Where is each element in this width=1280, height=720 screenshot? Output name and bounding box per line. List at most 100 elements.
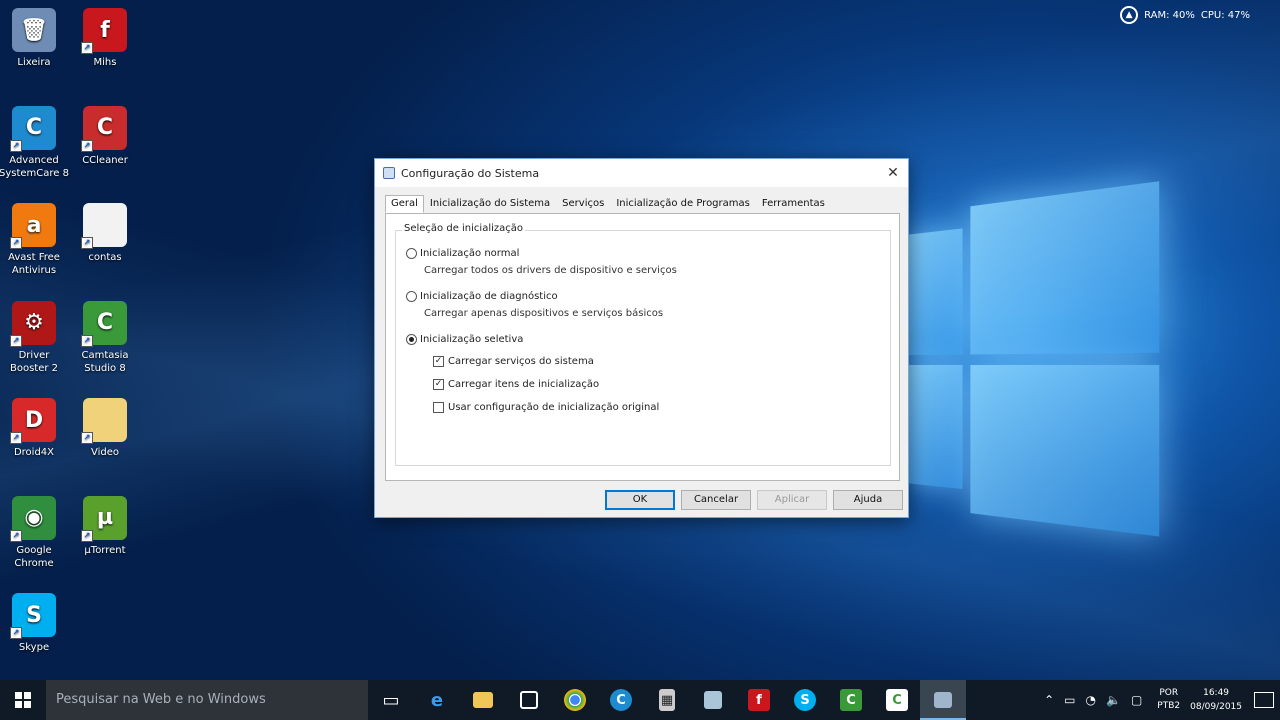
shortcut-arrow-icon: ↗ — [10, 627, 22, 639]
cpu-usage: CPU: 47% — [1200, 9, 1250, 21]
tab-inicializacao-programas[interactable]: Inicialização de Programas — [610, 195, 756, 213]
check-use-original-config[interactable]: Usar configuração de inicialização origi… — [433, 402, 659, 413]
meter-icon[interactable]: ▲ — [1120, 6, 1139, 24]
store-icon[interactable] — [506, 680, 552, 720]
system-config-dialog: Configuração do Sistema ✕ Geral Iniciali… — [374, 158, 909, 518]
checkbox-label: Usar configuração de inicialização origi… — [448, 402, 660, 413]
shortcut-arrow-icon: ↗ — [81, 334, 93, 347]
desktop-icon-google-chrome[interactable]: ◉ ↗ Google Chrome — [0, 495, 69, 570]
wifi-icon[interactable]: ◔ — [1086, 693, 1096, 707]
desktop-icon-advanced-systemcare-8[interactable]: C ↗ Advanced SystemCare 8 — [0, 105, 69, 180]
search-box[interactable]: Pesquisar na Web e no Windows — [46, 680, 368, 720]
desktop-icon-ccleaner[interactable]: C ↗ CCleaner — [70, 105, 140, 167]
app-icon: C ↗ — [81, 105, 127, 152]
radio-label: Inicialização de diagnóstico — [420, 291, 558, 302]
cancel-button[interactable]: Cancelar — [681, 490, 751, 510]
desktop-icon-label: Driver Booster 2 — [9, 349, 59, 374]
app-icon: a ↗ — [10, 203, 56, 249]
radio-label: Inicialização normal — [420, 248, 520, 259]
clock[interactable]: 16:49 08/09/2015 — [1190, 686, 1242, 714]
tab-servicos[interactable]: Serviços — [556, 195, 610, 213]
desktop-icon-label: Video — [90, 447, 120, 458]
language-indicator[interactable]: POR PTB2 — [1157, 687, 1180, 713]
desktop-icon-label: Avast Free Antivirus — [8, 252, 60, 276]
checkbox[interactable]: ✓ — [433, 379, 444, 390]
calculator-icon[interactable]: ▦ — [644, 680, 690, 720]
radio-diagnostic-startup[interactable]: Inicialização de diagnóstico — [406, 291, 558, 302]
radio-indicator[interactable] — [406, 334, 417, 345]
advanced-systemcare-icon[interactable]: C — [598, 680, 644, 720]
chrome-icon[interactable] — [552, 680, 598, 720]
radio-normal-startup[interactable]: Inicialização normal — [406, 248, 519, 259]
desktop-icon-camtasia-studio-8[interactable]: C ↗ Camtasia Studio 8 — [70, 300, 140, 375]
radio-indicator[interactable] — [406, 248, 417, 259]
desktop-icon-droid4x[interactable]: D ↗ Droid4X — [0, 398, 69, 459]
apply-button[interactable]: Aplicar — [757, 490, 827, 510]
volume-icon[interactable]: 🔈 — [1106, 693, 1121, 707]
clock-time: 16:49 — [1203, 688, 1230, 698]
desktop-icon-skype[interactable]: S ↗ Skype — [0, 593, 69, 654]
start-button[interactable] — [0, 680, 46, 720]
chevron-up-icon[interactable]: ⌃ — [1044, 693, 1054, 707]
tab-ferramentas[interactable]: Ferramentas — [756, 195, 831, 213]
desktop-icon-label: contas — [88, 252, 122, 263]
ok-button[interactable]: OK — [605, 490, 675, 510]
camtasia-studio-icon[interactable]: C — [874, 680, 920, 720]
edge-icon[interactable]: e — [414, 680, 460, 720]
app-icon: ⚙ ↗ — [10, 300, 56, 347]
network-icon[interactable]: ▭ — [1064, 693, 1075, 707]
app-icon[interactable] — [690, 680, 736, 720]
shortcut-arrow-icon: ↗ — [81, 139, 93, 152]
task-view-icon[interactable]: ▭ — [368, 680, 414, 720]
app-icon: 🗑 — [12, 8, 56, 52]
checkbox[interactable]: ✓ — [433, 356, 444, 367]
desktop-icon-avast-free-antivirus[interactable]: a ↗ Avast Free Antivirus — [0, 203, 69, 277]
file-explorer-icon[interactable] — [460, 680, 506, 720]
app-icon: C ↗ — [10, 105, 56, 152]
shortcut-arrow-icon: ↗ — [10, 432, 22, 444]
radio-indicator[interactable] — [406, 291, 417, 302]
dialog-titlebar[interactable]: Configuração do Sistema ✕ — [375, 159, 908, 187]
check-load-startup-items[interactable]: ✓ Carregar itens de inicialização — [433, 379, 599, 390]
camtasia-recorder-icon[interactable]: C — [828, 680, 874, 720]
app-icon: ↗ — [81, 398, 127, 444]
desktop-icon-lixeira[interactable]: 🗑 Lixeira — [0, 8, 69, 69]
help-button[interactable]: Ajuda — [833, 490, 903, 510]
desktop-icon-contas[interactable]: ↗ contas — [70, 203, 140, 264]
checkbox[interactable] — [433, 402, 444, 413]
dialog-title: Configuração do Sistema — [401, 166, 540, 180]
desktop-icon-driver-booster-2[interactable]: ⚙ ↗ Driver Booster 2 — [0, 300, 69, 375]
app-icon: f ↗ — [81, 8, 127, 54]
tab-geral[interactable]: Geral — [385, 195, 424, 213]
shortcut-arrow-icon: ↗ — [81, 432, 93, 444]
msconfig-icon — [383, 167, 395, 179]
tab-panel-geral: Seleção de inicialização Inicialização n… — [385, 213, 900, 481]
show-desktop-button[interactable] — [1254, 692, 1274, 708]
language-code: POR — [1159, 688, 1179, 698]
flash-icon[interactable]: f — [736, 680, 782, 720]
app-icon: ↗ — [81, 203, 127, 249]
radio-selective-startup[interactable]: Inicialização seletiva — [406, 334, 523, 345]
tab-inicializacao-sistema[interactable]: Inicialização do Sistema — [424, 195, 556, 213]
shortcut-arrow-icon: ↗ — [81, 42, 93, 54]
desktop-icon-label: µTorrent — [84, 544, 126, 556]
radio-label: Inicialização seletiva — [420, 334, 524, 345]
desktop-icon-label: Droid4X — [13, 447, 55, 458]
desktop-icon-label: Mihs — [93, 57, 117, 68]
skype-icon[interactable]: S — [782, 680, 828, 720]
desktop-icon-label: Camtasia Studio 8 — [81, 349, 129, 374]
desktop-icon-mihs[interactable]: f ↗ Mihs — [70, 8, 140, 69]
keyboard-layout: PTB2 — [1157, 701, 1181, 711]
desktop-icon-label: CCleaner — [82, 154, 128, 166]
message-icon[interactable]: ▢ — [1131, 693, 1142, 707]
app-icon: D ↗ — [10, 398, 56, 444]
desktop-icon-label: Advanced SystemCare 8 — [0, 154, 69, 179]
msconfig-taskbar-icon[interactable] — [920, 680, 966, 720]
shortcut-arrow-icon: ↗ — [10, 237, 22, 249]
ram-usage: RAM: 40% — [1144, 9, 1195, 21]
desktop-icon-video[interactable]: ↗ Video — [70, 398, 140, 459]
close-icon[interactable]: ✕ — [878, 159, 908, 187]
normal-startup-desc: Carregar todos os drivers de dispositivo… — [424, 265, 677, 276]
desktop-icon--torrent[interactable]: µ ↗ µTorrent — [70, 495, 140, 557]
check-load-system-services[interactable]: ✓ Carregar serviços do sistema — [433, 356, 594, 367]
